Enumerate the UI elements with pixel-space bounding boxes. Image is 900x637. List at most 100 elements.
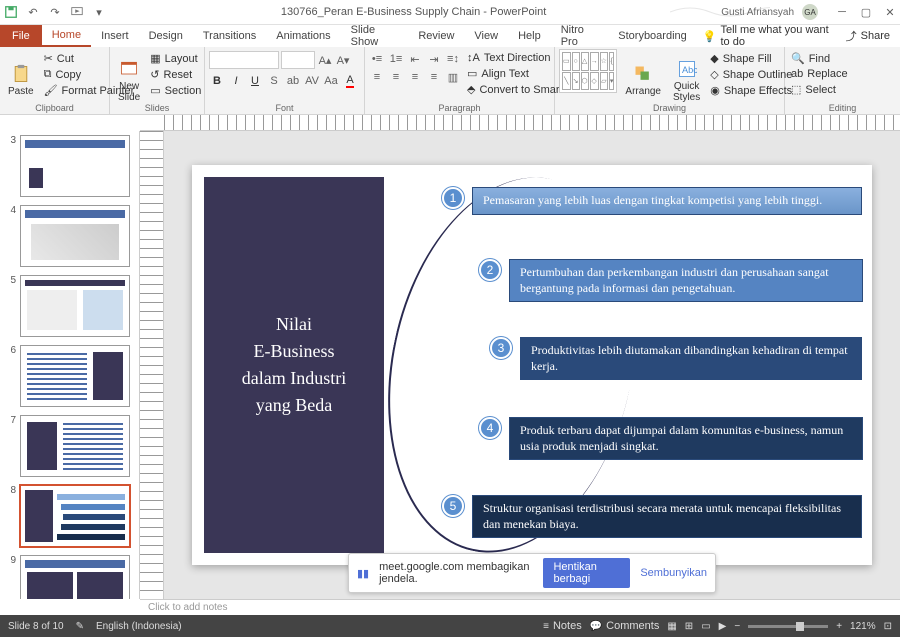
select-button[interactable]: ⬚Select	[789, 82, 896, 97]
notes-pane[interactable]: Click to add notes	[140, 599, 900, 615]
ribbon-tabs: File Home Insert Design Transitions Anim…	[0, 25, 900, 47]
tab-file[interactable]: File	[0, 25, 42, 47]
tab-help[interactable]: Help	[508, 25, 551, 47]
tab-view[interactable]: View	[464, 25, 508, 47]
fit-to-window-icon[interactable]: ⊡	[884, 621, 892, 632]
shape-fill-button[interactable]: ◆Shape Fill	[708, 51, 794, 66]
tab-home[interactable]: Home	[42, 25, 91, 47]
bullets-icon[interactable]: •≡	[369, 51, 385, 67]
thumb-7[interactable]	[20, 415, 130, 477]
thumb-6[interactable]	[20, 345, 130, 407]
increase-indent-icon[interactable]: ⇥	[426, 51, 442, 67]
tab-storyboarding[interactable]: Storyboarding	[608, 25, 697, 47]
point-1[interactable]: 1 Pemasaran yang lebih luas dengan tingk…	[442, 187, 862, 215]
tab-design[interactable]: Design	[139, 25, 193, 47]
line-spacing-icon[interactable]: ≡↕	[445, 51, 461, 67]
thumb-9[interactable]	[20, 555, 130, 599]
replace-button[interactable]: abReplace	[789, 67, 896, 81]
columns-icon[interactable]: ▥	[445, 69, 461, 85]
reset-button[interactable]: ↺Reset	[148, 67, 203, 82]
zoom-in-icon[interactable]: +	[836, 621, 842, 632]
undo-icon[interactable]: ↶	[26, 5, 40, 19]
shadow-icon[interactable]: ab	[285, 73, 301, 89]
slide-thumbnails[interactable]: 3 4 5 6 7 8 9 10	[0, 131, 140, 599]
decrease-indent-icon[interactable]: ⇤	[407, 51, 423, 67]
sorter-view-icon[interactable]: ⊞	[685, 621, 693, 632]
zoom-slider[interactable]	[748, 625, 828, 628]
tab-review[interactable]: Review	[408, 25, 464, 47]
language-indicator[interactable]: English (Indonesia)	[96, 621, 182, 632]
strike-icon[interactable]: S	[266, 73, 282, 89]
comments-toggle[interactable]: 💬 Comments	[590, 620, 660, 632]
point-2-number: 2	[479, 259, 501, 281]
point-5[interactable]: 5 Struktur organisasi terdistribusi seca…	[442, 495, 862, 538]
minimize-icon[interactable]: ─	[836, 6, 848, 18]
tab-transitions[interactable]: Transitions	[193, 25, 266, 47]
thumb-num-7: 7	[4, 415, 16, 477]
svg-text:Abc: Abc	[682, 65, 697, 75]
paragraph-label: Paragraph	[365, 103, 554, 113]
thumb-8[interactable]	[20, 485, 130, 547]
document-title: 130766_Peran E-Business Supply Chain - P…	[106, 6, 721, 18]
shape-outline-button[interactable]: ◇Shape Outline	[708, 67, 794, 82]
font-family-select[interactable]	[209, 51, 279, 69]
layout-button[interactable]: ▦Layout	[148, 51, 203, 66]
align-right-icon[interactable]: ≡	[407, 69, 423, 85]
reading-view-icon[interactable]: ▭	[701, 621, 710, 632]
point-4[interactable]: 4 Produk terbaru dapat dijumpai dalam ko…	[479, 417, 863, 460]
zoom-out-icon[interactable]: −	[734, 621, 740, 632]
redo-icon[interactable]: ↷	[48, 5, 62, 19]
save-icon[interactable]	[4, 5, 18, 19]
italic-icon[interactable]: I	[228, 73, 244, 89]
justify-icon[interactable]: ≡	[426, 69, 442, 85]
ruler-vertical[interactable]	[140, 131, 164, 599]
thumb-5[interactable]	[20, 275, 130, 337]
tab-animations[interactable]: Animations	[266, 25, 340, 47]
ruler-horizontal[interactable]	[140, 115, 900, 131]
spacing-icon[interactable]: AV	[304, 73, 320, 89]
grow-font-icon[interactable]: A▴	[317, 52, 333, 68]
slide-counter[interactable]: Slide 8 of 10	[8, 621, 64, 632]
thumb-3[interactable]	[20, 135, 130, 197]
underline-icon[interactable]: U	[247, 73, 263, 89]
font-size-select[interactable]	[281, 51, 315, 69]
user-avatar[interactable]: GA	[802, 4, 818, 20]
tab-slideshow[interactable]: Slide Show	[341, 25, 409, 47]
start-from-beginning-icon[interactable]	[70, 5, 84, 19]
section-button[interactable]: ▭Section	[148, 83, 203, 98]
slide[interactable]: Nilai E-Business dalam Industri yang Bed…	[192, 165, 872, 565]
point-2[interactable]: 2 Pertumbuhan dan perkembangan industri …	[479, 259, 863, 302]
editing-label: Editing	[785, 103, 900, 113]
thumb-4[interactable]	[20, 205, 130, 267]
slideshow-view-icon[interactable]: ▶	[719, 621, 727, 632]
hide-banner-button[interactable]: Sembunyikan	[640, 567, 707, 579]
point-3[interactable]: 3 Produktivitas lebih diutamakan dibandi…	[490, 337, 862, 380]
slide-title-box[interactable]: Nilai E-Business dalam Industri yang Bed…	[204, 177, 384, 553]
shrink-font-icon[interactable]: A▾	[335, 52, 351, 68]
tab-insert[interactable]: Insert	[91, 25, 139, 47]
tab-nitro[interactable]: Nitro Pro	[551, 25, 609, 47]
find-button[interactable]: 🔍Find	[789, 51, 896, 66]
close-icon[interactable]: ✕	[884, 6, 896, 18]
stop-sharing-button[interactable]: Hentikan berbagi	[543, 558, 630, 588]
zoom-percent[interactable]: 121%	[850, 621, 876, 632]
qat-dropdown-icon[interactable]: ▾	[92, 5, 106, 19]
normal-view-icon[interactable]: ▦	[667, 621, 676, 632]
thumb-num-5: 5	[4, 275, 16, 337]
title-bar: ↶ ↷ ▾ 130766_Peran E-Business Supply Cha…	[0, 0, 900, 25]
numbering-icon[interactable]: 1≡	[388, 51, 404, 67]
notes-toggle[interactable]: ≡ Notes	[543, 620, 582, 632]
bold-icon[interactable]: B	[209, 73, 225, 89]
font-color-icon[interactable]: A	[342, 73, 358, 89]
spellcheck-icon[interactable]: ✎	[76, 621, 84, 632]
change-case-icon[interactable]: Aa	[323, 73, 339, 89]
shape-gallery[interactable]: ▭○△→☆{ ╲↘⬡◇▱▾	[559, 49, 617, 93]
tell-me-search[interactable]: 💡 Tell me what you want to do	[703, 25, 836, 47]
restore-icon[interactable]: ▢	[860, 6, 872, 18]
share-button[interactable]: ⤴ Share	[836, 25, 900, 47]
align-left-icon[interactable]: ≡	[369, 69, 385, 85]
group-editing: 🔍Find abReplace ⬚Select Editing	[785, 47, 900, 114]
align-center-icon[interactable]: ≡	[388, 69, 404, 85]
canvas[interactable]: Nilai E-Business dalam Industri yang Bed…	[164, 131, 900, 599]
shape-effects-button[interactable]: ◉Shape Effects	[708, 83, 794, 98]
